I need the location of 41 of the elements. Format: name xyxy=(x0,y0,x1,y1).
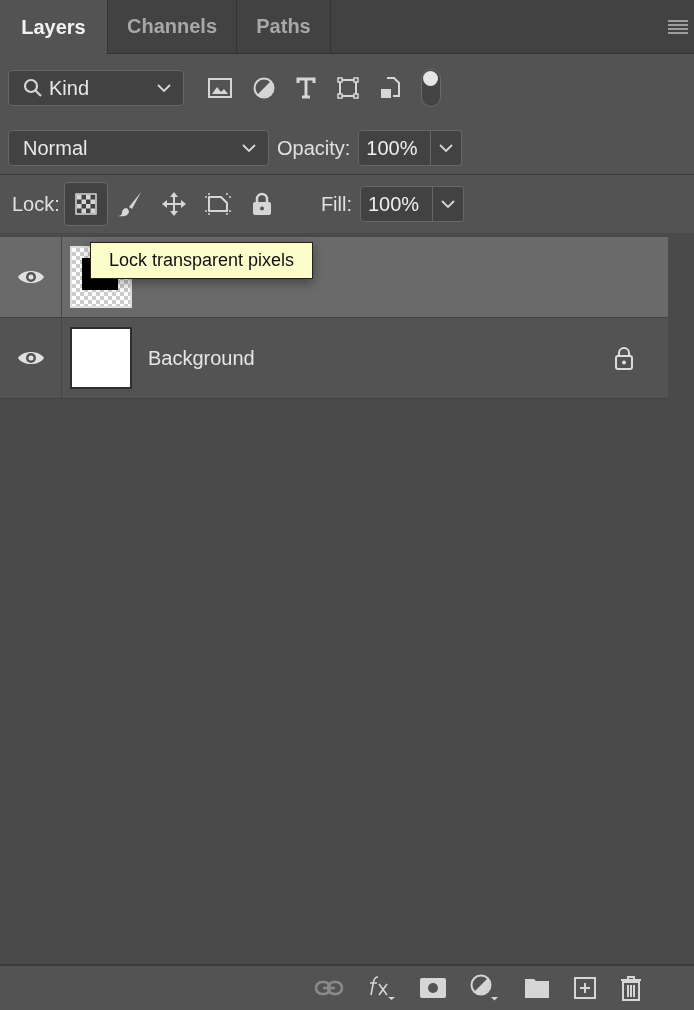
folder-icon[interactable] xyxy=(524,977,550,999)
fill-label: Fill: xyxy=(320,192,352,216)
percent-field[interactable]: 100% xyxy=(358,130,432,166)
menu-icon[interactable] xyxy=(668,19,688,34)
panel-tab[interactable]: Layers xyxy=(0,0,108,54)
filter-toggle[interactable] xyxy=(421,69,441,107)
tooltip: Lock transparent pixels xyxy=(90,242,314,279)
checkerboard-icon xyxy=(74,193,97,215)
eye-icon[interactable] xyxy=(16,268,45,286)
chevron-icon xyxy=(157,83,171,93)
plus-square-icon[interactable] xyxy=(574,977,596,999)
chevron-icon xyxy=(441,199,455,209)
eye-icon[interactable] xyxy=(16,349,45,367)
transform-icon[interactable] xyxy=(337,77,359,99)
panel-tab[interactable]: Channels xyxy=(108,0,237,54)
search-icon xyxy=(23,78,43,98)
layer-row[interactable]: Background xyxy=(0,318,668,399)
chevron-icon xyxy=(242,143,256,153)
mask-icon[interactable] xyxy=(420,978,446,998)
panel-tab[interactable]: Paths xyxy=(237,0,331,54)
blend-mode-dropdown[interactable]: Normal xyxy=(8,130,269,166)
trash-icon[interactable] xyxy=(620,975,642,1001)
type-icon[interactable] xyxy=(296,77,316,99)
move-icon xyxy=(160,191,187,217)
half-circle-icon[interactable] xyxy=(470,974,500,1002)
fx-icon[interactable] xyxy=(368,975,396,1001)
dropdown-button[interactable] xyxy=(433,186,464,222)
opacity-label: Opacity: xyxy=(277,136,351,160)
lock-label: Lock: xyxy=(12,192,60,216)
filter-dropdown[interactable]: Kind xyxy=(8,70,184,106)
lock-button[interactable] xyxy=(63,182,108,226)
padlock-icon xyxy=(251,192,272,216)
half-circle-icon[interactable] xyxy=(253,77,275,99)
percent-field[interactable]: 100% xyxy=(360,186,433,222)
layer-thumbnail xyxy=(70,327,132,389)
chevron-icon xyxy=(439,143,454,153)
dropdown-button[interactable] xyxy=(431,130,463,166)
artboard-icon xyxy=(203,192,232,216)
layer-name[interactable]: Background xyxy=(148,346,614,370)
image-icon[interactable] xyxy=(208,78,232,98)
document-icon[interactable] xyxy=(380,77,400,99)
